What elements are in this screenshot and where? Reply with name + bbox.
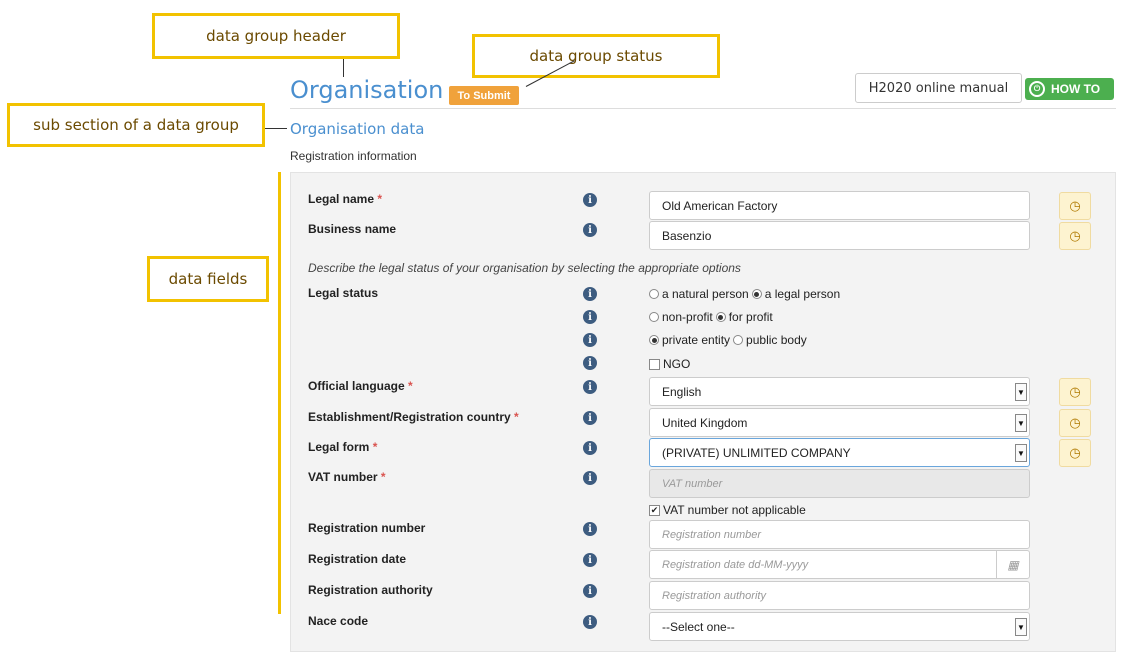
howto-button[interactable]: ⏻ HOW TO [1025, 78, 1114, 100]
public-body-radio[interactable] [733, 335, 744, 345]
howto-label: HOW TO [1051, 82, 1101, 96]
legal-form-label: Legal form * [308, 440, 378, 454]
info-icon[interactable]: i [583, 553, 597, 567]
ngo-option: NGO [649, 357, 690, 371]
private-entity-label: private entity [662, 333, 731, 347]
vat-not-applicable-label: VAT number not applicable [663, 503, 806, 517]
header-divider [290, 108, 1116, 109]
for-profit-radio[interactable] [715, 312, 726, 322]
history-icon[interactable]: ◷ [1059, 222, 1091, 250]
business-name-input[interactable]: Basenzio [649, 221, 1030, 250]
info-icon[interactable]: i [583, 411, 597, 425]
subsection-title: Registration information [290, 149, 417, 163]
official-language-label: Official language * [308, 379, 413, 393]
history-icon[interactable]: ◷ [1059, 192, 1091, 220]
vat-number-label: VAT number * [308, 470, 386, 484]
legal-form-value: (PRIVATE) UNLIMITED COMPANY [662, 445, 851, 460]
vat-not-applicable-option: ✔ VAT number not applicable [649, 503, 806, 517]
non-profit-label: non-profit [662, 310, 713, 324]
dropdown-caret-icon[interactable]: ▼ [1015, 444, 1027, 462]
vat-number-input[interactable]: VAT number [649, 469, 1030, 498]
callout-sub-section: sub section of a data group [7, 103, 265, 147]
registration-date-input[interactable]: Registration date dd-MM-yyyy ▦ [649, 550, 1030, 579]
info-icon[interactable]: i [583, 223, 597, 237]
non-profit-radio[interactable] [649, 312, 659, 322]
public-body-label: public body [746, 333, 807, 347]
info-icon[interactable]: i [583, 471, 597, 485]
online-manual-button[interactable]: H2020 online manual [855, 73, 1022, 103]
natural-person-label: a natural person [662, 287, 749, 301]
info-icon[interactable]: i [583, 380, 597, 394]
entity-options: private entity public body [649, 333, 807, 347]
info-icon[interactable]: i [583, 441, 597, 455]
legal-status-label: Legal status [308, 286, 379, 300]
history-icon[interactable]: ◷ [1059, 378, 1091, 406]
legal-form-select[interactable]: (PRIVATE) UNLIMITED COMPANY ▼ [649, 438, 1030, 467]
dropdown-caret-icon[interactable]: ▼ [1015, 618, 1027, 636]
nace-code-label: Nace code [308, 614, 369, 628]
section-title: Organisation data [290, 120, 425, 138]
country-value: United Kingdom [662, 415, 748, 430]
page-title: Organisation [290, 76, 444, 104]
country-select[interactable]: United Kingdom ▼ [649, 408, 1030, 437]
dropdown-caret-icon[interactable]: ▼ [1015, 414, 1027, 432]
legal-person-radio[interactable] [751, 289, 762, 299]
business-name-label: Business name [308, 222, 397, 236]
callout-bracket [278, 172, 281, 614]
info-icon[interactable]: i [583, 333, 597, 347]
nace-code-select[interactable]: --Select one-- ▼ [649, 612, 1030, 641]
natural-person-radio[interactable] [649, 289, 659, 299]
registration-authority-input[interactable]: Registration authority [649, 581, 1030, 610]
registration-date-label: Registration date [308, 552, 407, 566]
status-badge: To Submit [449, 86, 519, 105]
registration-authority-label: Registration authority [308, 583, 433, 597]
info-icon[interactable]: i [583, 310, 597, 324]
registration-number-label: Registration number [308, 521, 426, 535]
callout-connector [343, 59, 344, 77]
for-profit-label: for profit [728, 310, 773, 324]
dropdown-caret-icon[interactable]: ▼ [1015, 383, 1027, 401]
info-icon[interactable]: i [583, 584, 597, 598]
calendar-icon[interactable]: ▦ [996, 551, 1029, 578]
legal-name-label: Legal name * [308, 192, 383, 206]
registration-date-placeholder: Registration date dd-MM-yyyy [662, 558, 809, 571]
ngo-checkbox[interactable] [649, 358, 660, 370]
legal-name-input[interactable]: Old American Factory [649, 191, 1030, 220]
callout-data-group-header: data group header [152, 13, 400, 59]
info-icon[interactable]: i [583, 522, 597, 536]
callout-data-fields: data fields [147, 256, 269, 302]
profit-options: non-profit for profit [649, 310, 773, 324]
info-icon[interactable]: i [583, 287, 597, 301]
country-label: Establishment/Registration country * [308, 410, 519, 424]
ngo-label: NGO [663, 357, 691, 371]
info-icon[interactable]: i [583, 193, 597, 207]
callout-data-group-status: data group status [472, 34, 720, 78]
person-type-options: a natural person a legal person [649, 287, 840, 301]
callout-connector [265, 128, 287, 129]
official-language-select[interactable]: English ▼ [649, 377, 1030, 406]
official-language-value: English [662, 384, 702, 399]
howto-icon: ⏻ [1029, 81, 1045, 97]
info-icon[interactable]: i [583, 356, 597, 370]
private-entity-radio[interactable] [649, 335, 659, 345]
legal-status-note: Describe the legal status of your organi… [308, 261, 741, 275]
info-icon[interactable]: i [583, 615, 597, 629]
vat-not-applicable-checkbox[interactable]: ✔ [649, 504, 660, 516]
history-icon[interactable]: ◷ [1059, 409, 1091, 437]
history-icon[interactable]: ◷ [1059, 439, 1091, 467]
legal-person-label: a legal person [764, 287, 841, 301]
nace-code-value: --Select one-- [662, 619, 735, 634]
registration-number-input[interactable]: Registration number [649, 520, 1030, 549]
